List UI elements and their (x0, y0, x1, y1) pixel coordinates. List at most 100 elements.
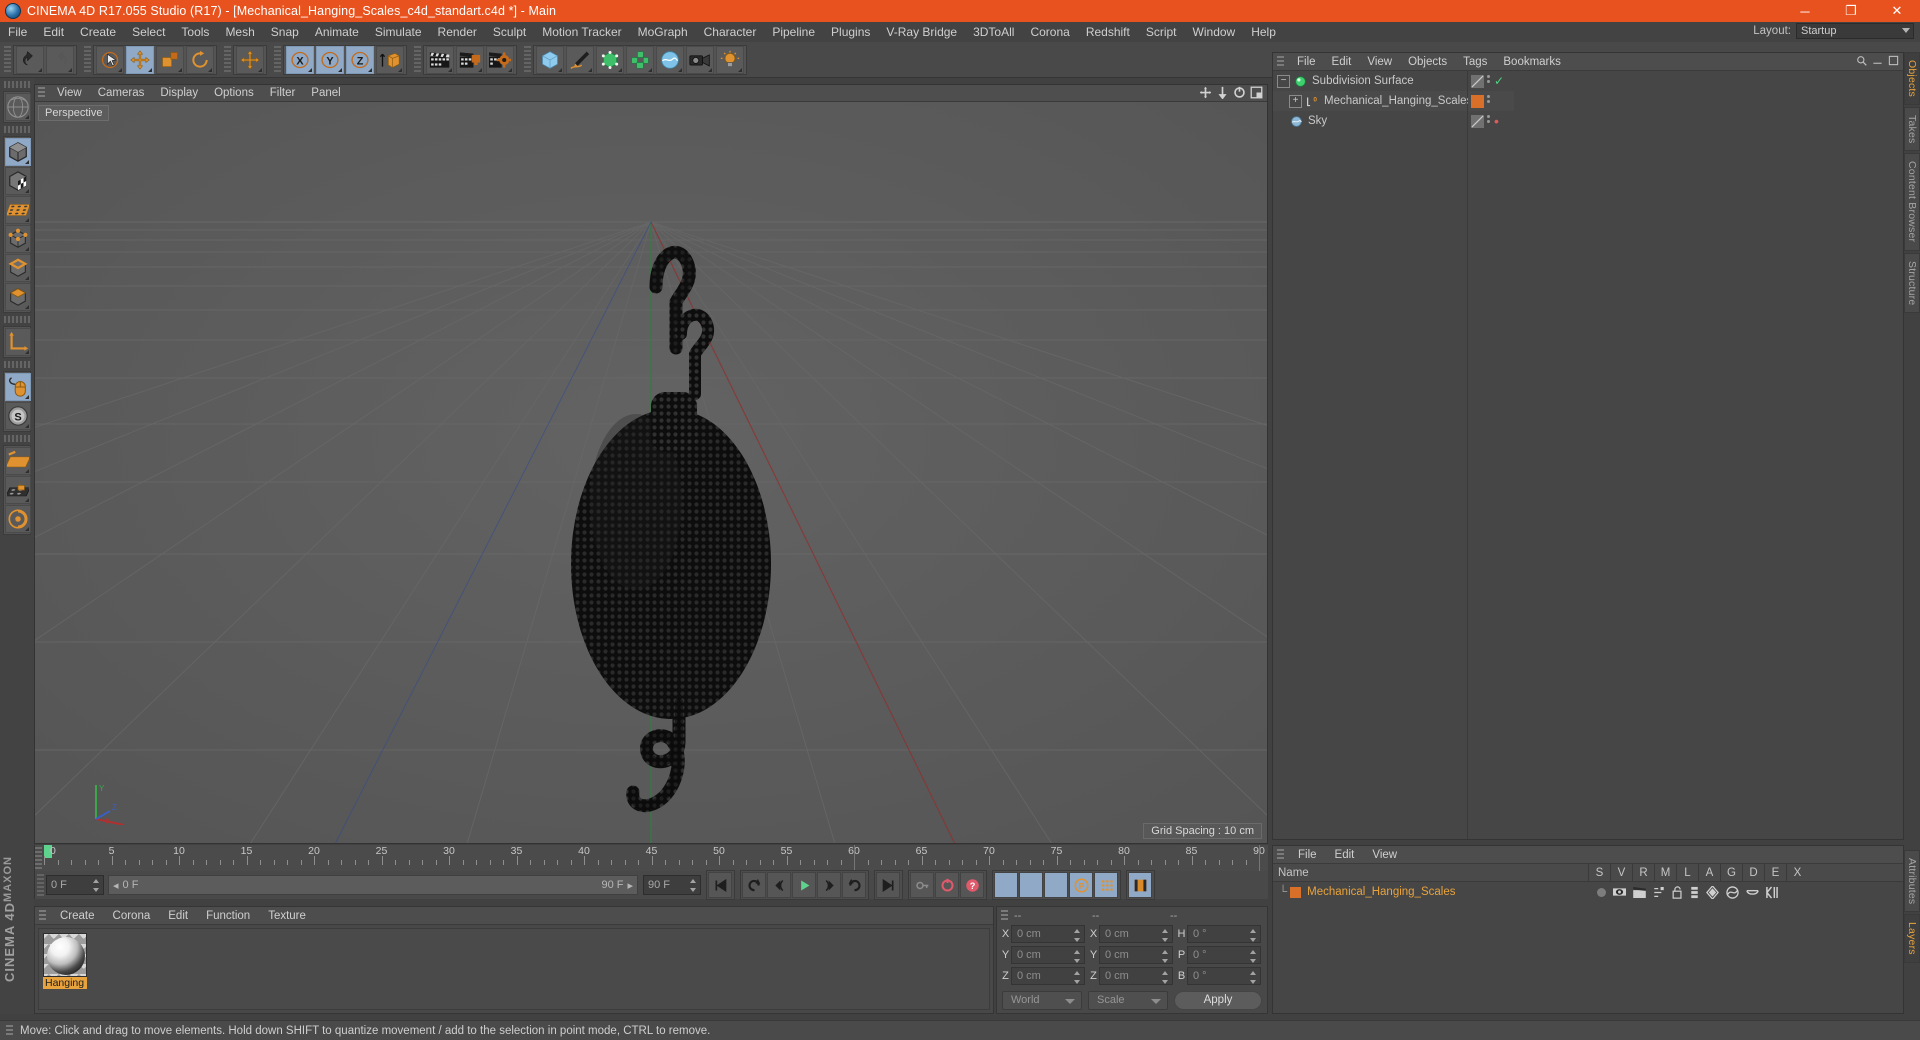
panel-grip[interactable] (1277, 848, 1284, 861)
coord-field-size-y[interactable]: 0 cm (1099, 946, 1173, 964)
render-clapper-icon[interactable] (1633, 886, 1646, 898)
menu-window[interactable]: Window (1185, 22, 1244, 42)
menu-character[interactable]: Character (696, 22, 765, 42)
coord-field-size-x[interactable]: 0 cm (1099, 925, 1173, 943)
deformer-icon[interactable] (1726, 885, 1739, 899)
menu-mesh[interactable]: Mesh (217, 22, 262, 42)
timeline-ruler[interactable]: 051015202530354045505560657075808590 (44, 845, 1268, 871)
dock-tab-attributes[interactable]: Attributes (1904, 850, 1920, 913)
axis-modify-button[interactable] (5, 328, 31, 356)
layer-column-r[interactable]: R (1632, 863, 1654, 882)
menu-motion-tracker[interactable]: Motion Tracker (534, 22, 629, 42)
lock-y-axis[interactable]: Y (316, 45, 344, 74)
dock-tab-takes[interactable]: Takes (1904, 107, 1920, 152)
object-menu-edit[interactable]: Edit (1324, 53, 1360, 71)
toolbar-grip[interactable] (4, 45, 11, 74)
search-icon[interactable] (1856, 55, 1867, 66)
panel-grip[interactable] (38, 87, 45, 99)
workplane-button[interactable] (5, 447, 31, 475)
menu-select[interactable]: Select (124, 22, 173, 42)
lock-workplane-button[interactable] (5, 476, 31, 504)
layer-menu-file[interactable]: File (1289, 846, 1326, 864)
menu-sculpt[interactable]: Sculpt (485, 22, 534, 42)
toolbar-grip[interactable] (224, 45, 231, 74)
lock-z-axis[interactable]: Z (346, 45, 374, 74)
spinner-icon[interactable] (93, 879, 100, 892)
layer-column-s[interactable]: S (1588, 863, 1610, 882)
layer-column-e[interactable]: E (1764, 863, 1786, 882)
autokeying-button[interactable] (910, 872, 934, 898)
preview-end-field[interactable]: 90 F (643, 875, 701, 895)
key-scale-button[interactable] (1019, 872, 1043, 898)
visibility-dots-icon[interactable] (1487, 114, 1491, 128)
material-menu-create[interactable]: Create (51, 907, 104, 925)
add-environment-button[interactable] (656, 45, 684, 74)
menu-plugins[interactable]: Plugins (823, 22, 878, 42)
polygon-object-icon[interactable]: 0 (1306, 95, 1319, 108)
spinner-icon[interactable] (690, 879, 697, 892)
edges-mode-button[interactable] (5, 254, 31, 282)
subdivision-surface-icon[interactable] (1294, 75, 1307, 88)
add-deformer-button[interactable] (626, 45, 654, 74)
menu-help[interactable]: Help (1243, 22, 1284, 42)
coord-field-pos-z[interactable]: 0 cm (1011, 967, 1085, 985)
object-tree[interactable]: − Subdivision Surface +0 Mechanical_Hanging… (1273, 71, 1472, 839)
add-light-button[interactable] (716, 45, 744, 74)
render-to-picture-viewer-button[interactable] (456, 45, 484, 74)
viewport-menu-display[interactable]: Display (152, 85, 206, 102)
solo-dot-icon[interactable] (1597, 887, 1607, 897)
material-menu-edit[interactable]: Edit (159, 907, 197, 925)
visibility-dot-icon[interactable] (1471, 114, 1484, 128)
key-pla-button[interactable] (1094, 872, 1118, 898)
play-reverse-loop-button[interactable] (742, 872, 766, 898)
object-menu-bookmarks[interactable]: Bookmarks (1495, 53, 1569, 71)
layer-menu-edit[interactable]: Edit (1326, 846, 1364, 864)
dock-tab-structure[interactable]: Structure (1904, 252, 1920, 314)
coord-field-pos-x[interactable]: 0 cm (1011, 925, 1085, 943)
cache-icon[interactable] (1746, 887, 1759, 898)
menu-create[interactable]: Create (72, 22, 124, 42)
enable-viewport-tweak-button[interactable] (5, 373, 31, 401)
layer-column-g[interactable]: G (1720, 863, 1742, 882)
material-item[interactable]: Hanging (43, 933, 87, 989)
minimize-button[interactable]: ─ (1782, 0, 1828, 22)
object-row[interactable]: +0 Mechanical_Hanging_Scales (1273, 91, 1472, 111)
points-mode-button[interactable] (5, 225, 31, 253)
menu-render[interactable]: Render (430, 22, 485, 42)
menu-v-ray-bridge[interactable]: V-Ray Bridge (878, 22, 965, 42)
polygons-mode-button[interactable] (5, 283, 31, 311)
toolbar-grip[interactable] (414, 45, 421, 74)
viewport-menu-panel[interactable]: Panel (303, 85, 348, 102)
object-menu-objects[interactable]: Objects (1400, 53, 1455, 71)
time-slider-left-arrow[interactable]: ◂ (113, 879, 119, 892)
object-tag-row[interactable]: ✓ (1468, 71, 1514, 91)
panel-grip[interactable] (39, 909, 46, 922)
dock-tab-objects[interactable]: Objects (1904, 52, 1920, 105)
object-row[interactable]: Sky (1273, 111, 1467, 131)
render-view-button[interactable] (426, 45, 454, 74)
palette-grip[interactable] (4, 435, 30, 442)
expression-icon[interactable] (1766, 885, 1778, 899)
unlock-icon[interactable] (1672, 885, 1683, 899)
tree-expander[interactable]: + (1289, 94, 1302, 108)
maximize-button[interactable]: ❐ (1828, 0, 1874, 22)
dock-tab-layers[interactable]: Layers (1904, 914, 1920, 964)
material-list[interactable]: Hanging (38, 928, 990, 1010)
timeline-toggle-button[interactable] (1128, 872, 1152, 898)
layer-column-l[interactable]: L (1676, 863, 1698, 882)
viewport-menu-view[interactable]: View (49, 85, 90, 102)
viewport-menu-filter[interactable]: Filter (262, 85, 304, 102)
object-tag-row[interactable] (1468, 91, 1514, 111)
dock-tab-content-browser[interactable]: Content Browser (1904, 153, 1920, 251)
toolbar-grip[interactable] (37, 874, 44, 896)
step-back-button[interactable] (767, 872, 791, 898)
record-active-objects-button[interactable] (935, 872, 959, 898)
menu-mograph[interactable]: MoGraph (630, 22, 696, 42)
keyframe-selection-button[interactable]: ? (960, 872, 984, 898)
rotate-view-icon[interactable] (1233, 86, 1246, 99)
toolbar-grip[interactable] (524, 45, 531, 74)
menu-corona[interactable]: Corona (1022, 22, 1077, 42)
motion-icon[interactable] (1653, 886, 1665, 898)
layer-column-d[interactable]: D (1742, 863, 1764, 882)
object-tag-column[interactable]: ✓ • (1468, 71, 1514, 839)
